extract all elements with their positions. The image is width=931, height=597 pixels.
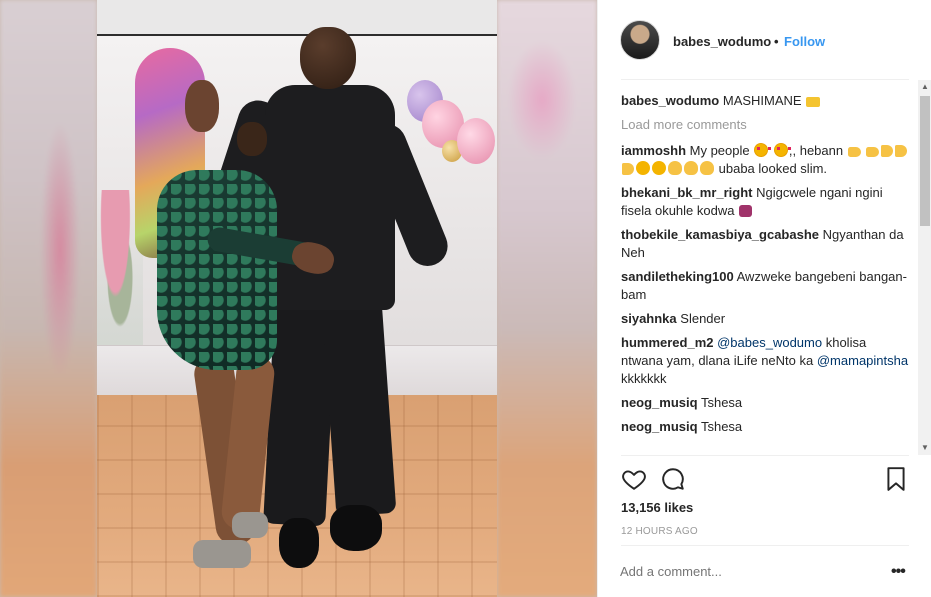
comment-username[interactable]: hummered_m2 — [621, 335, 713, 350]
comments-list: babes_wodumo MASHIMANE Load more comment… — [621, 92, 909, 454]
woman-face — [185, 80, 219, 132]
comment: bhekani_bk_mr_right Ngigcwele ngani ngin… — [621, 184, 909, 220]
photo-blur-background-right — [497, 0, 597, 597]
pointing-hand-emoji-icon — [847, 147, 861, 157]
speaker-emoji-icon — [881, 145, 894, 157]
balloon-pink — [457, 118, 495, 164]
comment-username[interactable]: sandiletheking100 — [621, 269, 734, 284]
thinking-emoji-icon — [652, 161, 666, 175]
heart-eyes-emoji-icon — [754, 143, 772, 157]
comment: thobekile_kamasbiya_gcabashe Ngyanthan d… — [621, 226, 909, 262]
post-timestamp[interactable]: 12 HOURS AGO — [621, 526, 698, 537]
crown-emoji-icon — [806, 97, 821, 107]
divider — [621, 545, 909, 546]
comment-username[interactable]: thobekile_kamasbiya_gcabashe — [621, 227, 819, 242]
man-torso — [265, 85, 395, 310]
comment: siyahnka Slender — [621, 310, 909, 328]
scroll-up-arrow-icon[interactable]: ▲ — [918, 80, 931, 94]
comment-username[interactable]: neog_musiq — [621, 419, 698, 434]
post-photo[interactable] — [97, 0, 497, 597]
comment-text: My people — [689, 143, 750, 158]
photo-blur-background-left — [0, 0, 97, 597]
follow-button[interactable]: Follow — [784, 34, 825, 49]
post-photo-area — [0, 0, 597, 597]
woman-heel — [232, 512, 268, 538]
comments-scrollbar[interactable]: ▲ ▼ — [918, 80, 931, 455]
man-shoe — [330, 505, 382, 551]
clap-emoji-icon — [700, 161, 714, 175]
divider — [621, 455, 909, 456]
clap-emoji-icon — [684, 161, 698, 175]
post-side-panel: babes_wodumo • Follow babes_wodumo MASHI… — [597, 0, 931, 597]
comment-username[interactable]: neog_musiq — [621, 395, 698, 410]
speaker-emoji-icon — [895, 145, 908, 157]
avatar[interactable] — [620, 20, 660, 60]
comment: sandiletheking100 Awzweke bangebeni bang… — [621, 268, 909, 304]
speech-bubble-icon[interactable] — [660, 466, 686, 492]
comment-text: kkkkkkk — [621, 371, 667, 386]
comment-text: Tshesa — [700, 419, 743, 434]
heart-eyes-emoji-icon — [773, 143, 791, 157]
comment: hummered_m2 @babes_wodumo kholisa ntwana… — [621, 334, 909, 388]
more-options-icon[interactable]: ••• — [891, 563, 906, 581]
comment-text: ubaba looked slim. — [718, 161, 828, 176]
man-hand — [237, 122, 267, 156]
add-comment-input[interactable] — [620, 564, 870, 579]
comment-text: Slender — [680, 311, 726, 326]
speaker-emoji-icon — [622, 163, 634, 175]
caption-username[interactable]: babes_wodumo — [621, 93, 719, 108]
mention-link[interactable]: @babes_wodumo — [717, 335, 822, 350]
comment: neog_musiq Tshesa — [621, 418, 909, 436]
header-username[interactable]: babes_wodumo — [673, 34, 771, 49]
comment-text: ,, hebann — [788, 143, 844, 158]
comment: iammoshh My people ,, hebann ubaba looke… — [621, 142, 909, 178]
divider — [621, 79, 909, 80]
woman-heel — [193, 540, 251, 568]
load-more-comments-button[interactable]: Load more comments — [621, 116, 909, 134]
photo-ceiling — [97, 0, 497, 36]
clap-emoji-icon — [668, 161, 682, 175]
bookmark-icon[interactable] — [885, 466, 907, 492]
likes-count[interactable]: 13,156 likes — [621, 500, 693, 515]
caption: babes_wodumo MASHIMANE — [621, 92, 909, 110]
comment-text: Tshesa — [700, 395, 743, 410]
caption-text: MASHIMANE — [722, 93, 802, 108]
man-head — [300, 27, 356, 89]
comment-username[interactable]: siyahnka — [621, 311, 677, 326]
header-separator: • — [774, 34, 779, 49]
man-shoe — [279, 518, 319, 568]
comment-username[interactable]: iammoshh — [621, 143, 686, 158]
heart-emoji-icon — [739, 205, 753, 217]
heart-outline-icon[interactable] — [621, 466, 647, 492]
mention-link[interactable]: @mamapintsha — [817, 353, 908, 368]
pointing-hand-emoji-icon — [866, 147, 880, 157]
thinking-emoji-icon — [636, 161, 650, 175]
post-header: babes_wodumo • Follow — [598, 0, 931, 80]
scroll-down-arrow-icon[interactable]: ▼ — [918, 441, 931, 455]
comment: neog_musiq Tshesa — [621, 394, 909, 412]
comment-username[interactable]: bhekani_bk_mr_right — [621, 185, 753, 200]
woman-sequin-dress — [157, 170, 277, 370]
scroll-thumb[interactable] — [920, 96, 930, 226]
